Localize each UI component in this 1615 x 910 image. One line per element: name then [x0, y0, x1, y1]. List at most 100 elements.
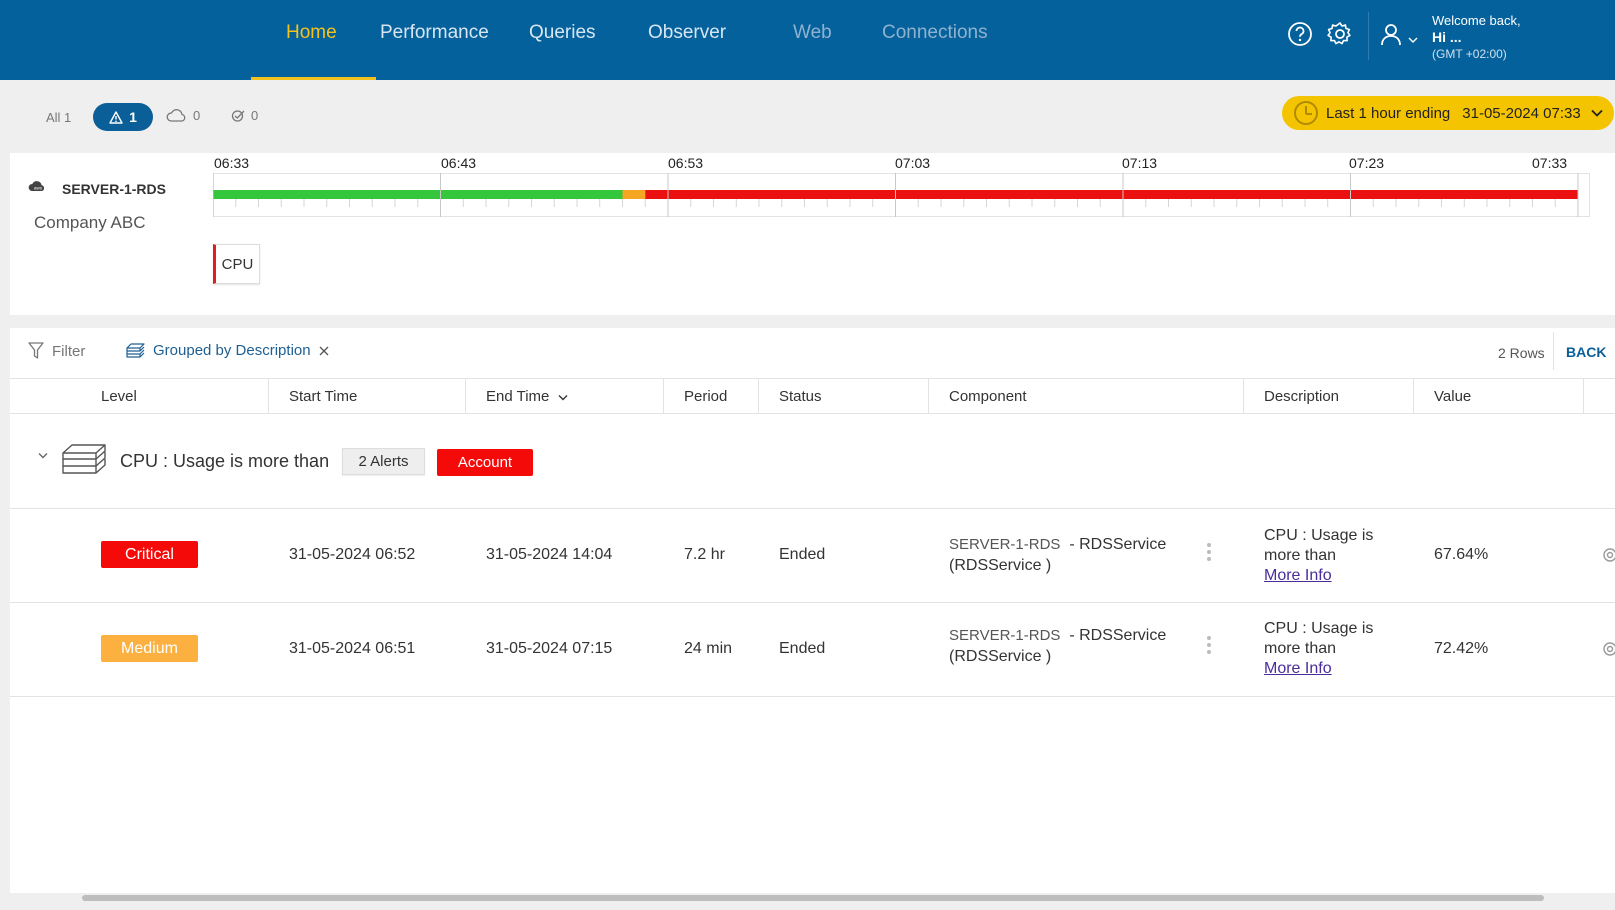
- nav-web[interactable]: Web: [793, 22, 832, 44]
- more-info-link[interactable]: More Info: [1264, 567, 1332, 584]
- time-tick: 07:23: [1349, 155, 1385, 171]
- timeline-segment-critical[interactable]: [645, 190, 1578, 199]
- value: 67.64%: [1434, 546, 1489, 563]
- timeline-segment-warning[interactable]: [622, 190, 646, 199]
- collapse-chevron-icon[interactable]: [38, 452, 48, 459]
- row-divider: [10, 508, 1615, 509]
- chevron-down-icon: [1591, 109, 1603, 117]
- svg-text:aws: aws: [34, 186, 43, 191]
- navbar-divider: [1368, 12, 1369, 60]
- component-server: SERVER-1-RDS: [949, 536, 1061, 553]
- warning-icon: [109, 110, 123, 124]
- component-server: SERVER-1-RDS: [949, 627, 1061, 644]
- nav-connections[interactable]: Connections: [882, 22, 988, 44]
- value: 72.42%: [1434, 640, 1489, 657]
- filter-cloud[interactable]: 0: [166, 108, 200, 123]
- column-divider[interactable]: [1413, 378, 1414, 413]
- header-component[interactable]: Component: [949, 388, 1027, 405]
- row-settings-icon[interactable]: [1600, 545, 1615, 565]
- chevron-down-icon[interactable]: [1408, 36, 1418, 44]
- grouped-by-chip[interactable]: Grouped by Description: [125, 342, 329, 359]
- column-divider[interactable]: [663, 378, 664, 413]
- header-status[interactable]: Status: [779, 388, 822, 405]
- time-tick: 06:53: [668, 155, 704, 171]
- user-greeting: Hi ...: [1432, 29, 1462, 45]
- component-line2: (RDSService ): [949, 648, 1052, 665]
- nav-queries[interactable]: Queries: [529, 22, 596, 44]
- time-tick: 06:33: [214, 155, 250, 171]
- level-badge-medium: Medium: [101, 635, 198, 662]
- column-divider[interactable]: [928, 378, 929, 413]
- more-info-link[interactable]: More Info: [1264, 660, 1332, 677]
- status: Ended: [779, 640, 826, 657]
- nav-home[interactable]: Home: [286, 22, 337, 44]
- description-line1: CPU : Usage is: [1264, 620, 1374, 637]
- component-service: - RDSService: [1069, 536, 1167, 553]
- column-divider[interactable]: [1243, 378, 1244, 413]
- header-start-time[interactable]: Start Time: [289, 388, 357, 405]
- table-header-border: [10, 378, 1615, 379]
- column-divider[interactable]: [758, 378, 759, 413]
- account-tag[interactable]: Account: [437, 449, 533, 476]
- resolved-count: 0: [251, 108, 259, 123]
- close-icon[interactable]: [319, 346, 329, 356]
- row-menu-icon[interactable]: [1207, 543, 1211, 564]
- alerts-count-chip[interactable]: 2 Alerts: [342, 448, 425, 475]
- server-name[interactable]: SERVER-1-RDS: [62, 181, 166, 197]
- column-divider[interactable]: [1583, 378, 1584, 413]
- time-range-date: 31-05-2024 07:33: [1462, 104, 1581, 122]
- component[interactable]: SERVER-1-RDS - RDSService (RDSService ): [949, 625, 1166, 667]
- header-end-time[interactable]: End Time: [486, 388, 568, 405]
- description: CPU : Usage is more than More Info: [1264, 619, 1373, 679]
- timeline-segment-ok[interactable]: [213, 190, 623, 199]
- timeline-bar[interactable]: [213, 173, 1590, 217]
- status: Ended: [779, 546, 826, 563]
- time-range-selector[interactable]: Last 1 hour ending 31-05-2024 07:33: [1282, 96, 1614, 130]
- filter-all[interactable]: All 1: [46, 110, 71, 125]
- start-time: 31-05-2024 06:51: [289, 640, 416, 657]
- header-period[interactable]: Period: [684, 388, 727, 405]
- group-title[interactable]: CPU : Usage is more than: [120, 451, 329, 472]
- welcome-text: Welcome back,: [1432, 13, 1521, 28]
- cloud-icon: [166, 109, 186, 122]
- settings-icon[interactable]: [1326, 20, 1354, 48]
- check-circle-icon: [231, 110, 245, 122]
- end-time: 31-05-2024 07:15: [486, 640, 613, 657]
- rows-count: 2 Rows: [1498, 345, 1545, 361]
- nav-observer[interactable]: Observer: [648, 22, 726, 44]
- level-badge-critical: Critical: [101, 541, 198, 568]
- row-divider: [10, 696, 1615, 697]
- horizontal-scrollbar[interactable]: [82, 895, 1544, 901]
- filter-label: Filter: [52, 342, 86, 360]
- component[interactable]: SERVER-1-RDS - RDSService (RDSService ): [949, 534, 1166, 576]
- filter-resolved[interactable]: 0: [231, 108, 258, 123]
- layers-icon: [126, 342, 145, 358]
- table-header-border: [10, 413, 1615, 414]
- help-icon[interactable]: [1286, 20, 1314, 48]
- component-line2: (RDSService ): [949, 557, 1052, 574]
- alerts-count: 1: [129, 109, 137, 125]
- filter-alerts[interactable]: 1: [93, 103, 153, 131]
- column-divider[interactable]: [268, 378, 269, 413]
- description-line2: more than: [1264, 640, 1337, 657]
- description-line1: CPU : Usage is: [1264, 527, 1374, 544]
- clock-icon: [1294, 101, 1318, 125]
- header-end-time-label: End Time: [486, 388, 550, 405]
- nav-performance[interactable]: Performance: [380, 22, 489, 44]
- description-line2: more than: [1264, 547, 1337, 564]
- user-welcome: Welcome back, Hi ... (GMT +02:00): [1432, 12, 1521, 63]
- header-value[interactable]: Value: [1434, 388, 1471, 405]
- cpu-metric-tag[interactable]: CPU: [213, 244, 260, 284]
- grouped-label: Grouped by Description: [153, 342, 311, 359]
- header-level[interactable]: Level: [101, 388, 137, 405]
- user-icon[interactable]: [1377, 20, 1405, 48]
- row-divider: [10, 602, 1615, 603]
- back-button[interactable]: BACK: [1566, 344, 1606, 360]
- filter-button[interactable]: Filter: [28, 342, 85, 360]
- row-settings-icon[interactable]: [1600, 639, 1615, 659]
- column-divider[interactable]: [465, 378, 466, 413]
- header-description[interactable]: Description: [1264, 388, 1339, 405]
- row-menu-icon[interactable]: [1207, 636, 1211, 657]
- time-tick: 07:13: [1122, 155, 1158, 171]
- component-service: - RDSService: [1069, 627, 1167, 644]
